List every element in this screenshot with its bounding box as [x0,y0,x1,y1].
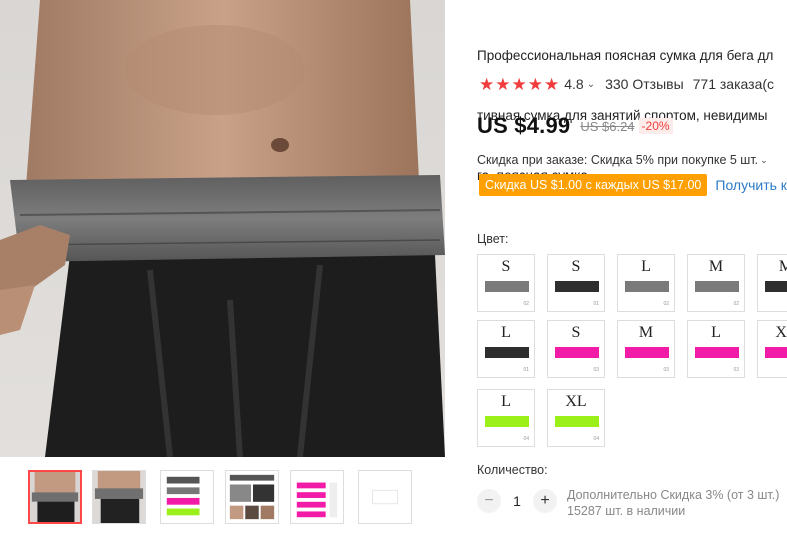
swatch-belt [555,347,599,358]
thumbnail-size-chart [291,471,343,523]
thumbnail-5[interactable] [290,470,344,524]
swatch-size: L [641,258,651,275]
swatch-belt [625,281,669,292]
swatch-belt [625,347,669,358]
product-photo [0,0,445,457]
color-swatch[interactable]: S 02 [477,254,535,312]
swatch-code: 03 [663,367,669,373]
color-swatch[interactable]: XL 04 [547,389,605,447]
quantity-discount-text: Дополнительно Скидка 3% (от 3 шт.) [567,488,780,502]
swatch-size: L [501,324,511,341]
rating-value[interactable]: 4.8 [564,76,583,92]
bulk-discount-text: Скидка при заказе: Скидка 5% при покупке… [477,153,759,167]
thumbnail-6[interactable] [358,470,412,524]
swatch-code: 03 [593,367,599,373]
swatch-belt [765,281,787,292]
swatch-size: S [571,258,581,275]
price-row: US $4.99 US $6.24 -20% [477,113,673,139]
swatch-belt [555,416,599,427]
rating-stars: ★ ★ ★ ★ ★ [479,76,559,93]
thumbnail-4[interactable] [225,470,279,524]
quantity-info: Дополнительно Скидка 3% (от 3 шт.) 15287… [567,487,779,519]
color-label: Цвет: [477,232,509,246]
orders-count: 771 заказа(с [692,76,775,92]
rating-row: ★ ★ ★ ★ ★ 4.8 ⌄ 330 Отзывы 771 заказа(с [479,74,774,94]
color-swatch[interactable]: M 01 [757,254,787,312]
original-price: US $6.24 [580,118,635,134]
chevron-down-icon[interactable]: ⌄ [587,79,595,90]
swatch-size: S [501,258,511,275]
swatch-size: M [758,258,787,276]
color-swatch[interactable]: S 01 [547,254,605,312]
swatch-code: 02 [733,301,739,307]
swatch-size: L [711,324,721,341]
quantity-input[interactable] [501,489,533,513]
color-swatch[interactable]: XL 03 [757,320,787,378]
discount-badge: -20% [638,118,673,134]
reviews-link[interactable]: 330 Отзывы [605,76,684,92]
swatch-code: 04 [593,436,599,442]
quantity-increase-button[interactable]: + [533,489,557,513]
swatch-size: M [708,258,724,275]
coupon-row: Скидка US $1.00 с каждых US $17.00 Получ… [479,174,787,196]
get-coupon-link[interactable]: Получить ку [715,177,787,193]
swatch-belt [485,281,529,292]
thumbnail-photo-front [30,472,80,522]
quantity-decrease-button[interactable]: − [477,489,501,513]
star-icon: ★ [495,74,511,94]
coupon-badge: Скидка US $1.00 с каждых US $17.00 [479,174,708,196]
thumbnail-2[interactable] [92,470,146,524]
color-swatch[interactable]: L 01 [477,320,535,378]
swatch-belt [485,347,529,358]
swatch-size: XL [775,324,787,341]
swatch-size: S [571,324,581,341]
main-product-image[interactable] [0,0,445,457]
swatch-code: 02 [523,301,529,307]
swatch-belt [765,347,787,358]
thumbnail-blank [359,471,411,523]
color-swatch[interactable]: L 02 [617,254,675,312]
star-icon: ★ [479,74,495,94]
stock-count: 15287 шт. в наличии [567,504,686,518]
thumbnail-3[interactable] [160,470,214,524]
swatch-code: 04 [523,436,529,442]
thumbnail-photo-front-2 [93,471,145,523]
color-swatch[interactable]: L 03 [687,320,745,378]
swatch-code: 02 [663,301,669,307]
star-icon: ★ [544,74,560,94]
quantity-stepper: − + Дополнительно Скидка 3% (от 3 шт.) 1… [477,487,779,519]
current-price: US $4.99 [477,113,571,138]
product-title-line: Профессиональная поясная сумка для бега … [477,48,774,63]
swatch-size: M [638,324,654,341]
swatch-code: 03 [733,367,739,373]
thumbnail-color-variants [161,471,213,523]
star-icon: ★ [511,74,527,94]
bulk-discount[interactable]: Скидка при заказе: Скидка 5% при покупке… [477,153,768,167]
color-swatch[interactable]: M 03 [617,320,675,378]
thumbnail-1[interactable] [28,470,82,524]
star-icon: ★ [527,74,543,94]
product-info-panel: Профессиональная поясная сумка для бега … [477,0,787,533]
quantity-label: Количество: [477,463,548,477]
thumbnail-product-collage [226,471,278,523]
swatch-belt [555,281,599,292]
swatch-belt [485,416,529,427]
color-swatch[interactable]: L 04 [477,389,535,447]
swatch-code: 01 [523,367,529,373]
swatch-belt [695,281,739,292]
swatch-belt [695,347,739,358]
swatch-size: L [501,393,511,410]
swatch-code: 01 [593,301,599,307]
swatch-size: XL [565,393,587,410]
chevron-down-icon[interactable]: ⌄ [760,155,768,166]
color-swatch[interactable]: S 03 [547,320,605,378]
color-swatch[interactable]: M 02 [687,254,745,312]
